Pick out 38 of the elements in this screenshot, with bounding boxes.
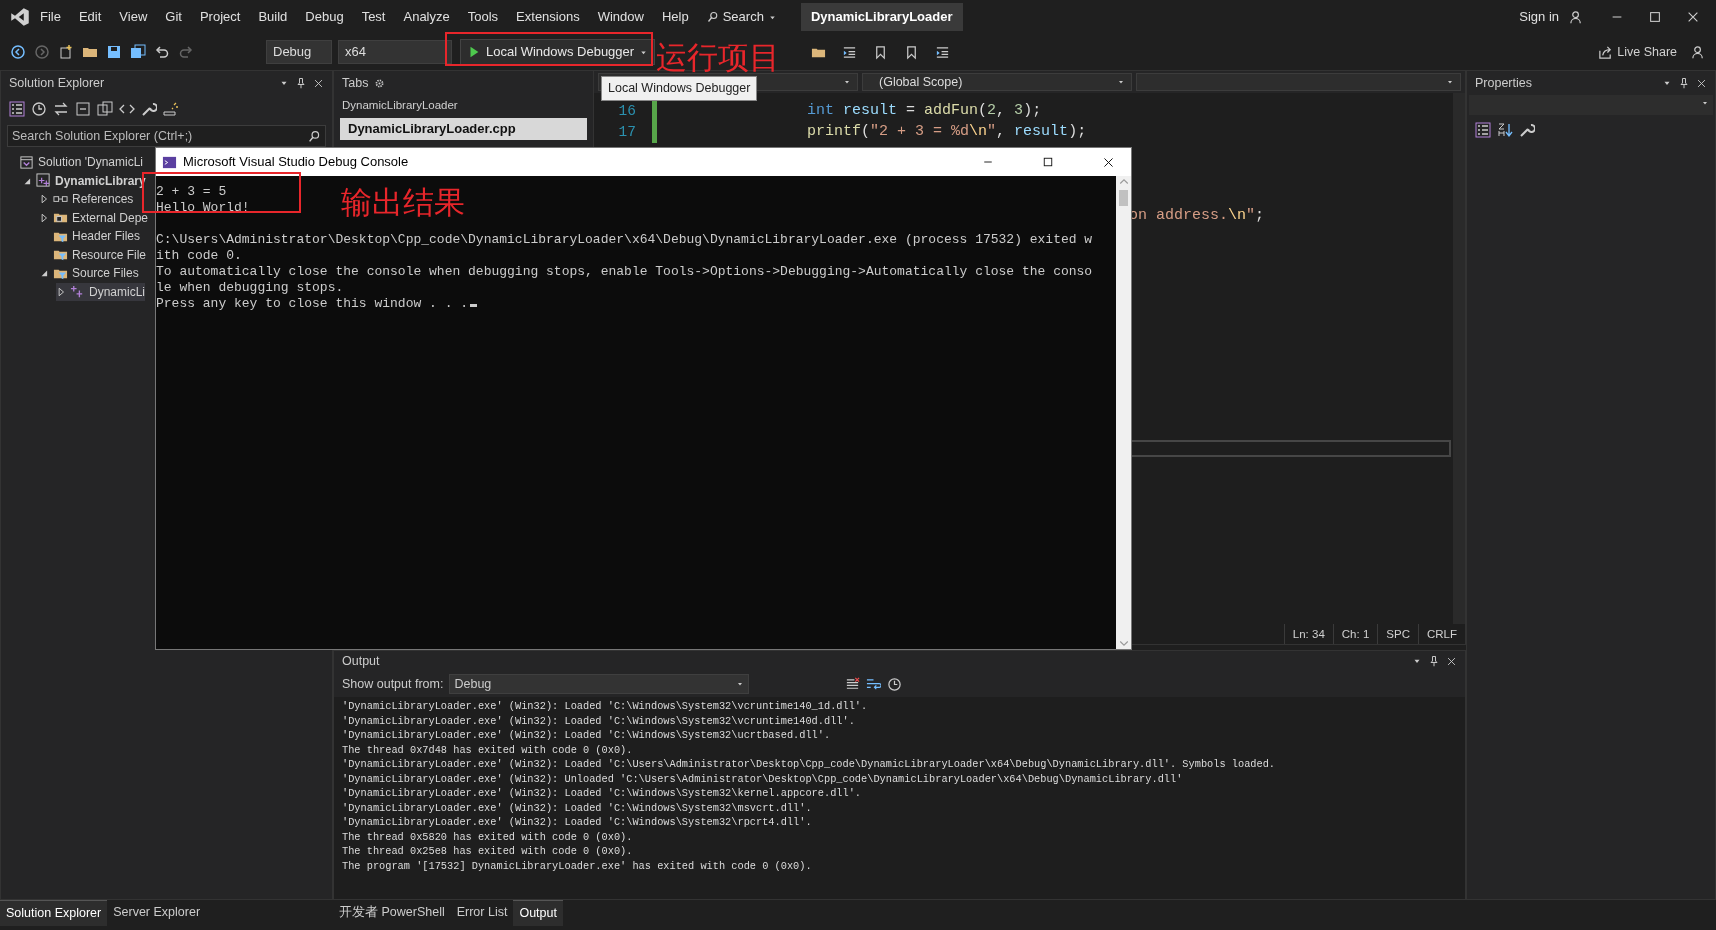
panel-title: Solution Explorer <box>9 74 105 92</box>
status-item: Ln: 34 <box>1283 624 1333 644</box>
annotation-label: 输出结果 <box>341 187 465 218</box>
output-line: The thread 0x5820 has exited with code 0 (0x0). <box>342 829 634 844</box>
output-line: 'DynamicLibraryLoader.exe' (Win32): Loaded 'C:\Windows\System32\vcruntime140d.dll'. <box>342 713 856 728</box>
annotation-label: 运行项目 <box>656 42 780 73</box>
code-line: int result = addFun(2, 3); <box>806 101 1042 122</box>
line-number: 16 <box>617 101 637 121</box>
tab-group-label: DynamicLibraryLoader <box>341 98 459 113</box>
code-line: printf("2 + 3 = %d\n", result); <box>806 122 1087 143</box>
console-line: Press any key to close this window . . . <box>156 296 469 311</box>
output-line: The thread 0x25e8 has exited with code 0 (0x0). <box>342 844 634 859</box>
output-line: 'DynamicLibraryLoader.exe' (Win32): Loaded 'C:\Windows\System32\rpcrt4.dll'. <box>342 815 813 830</box>
console-line: ith code 0. <box>156 248 242 263</box>
console-line: le when debugging stops. <box>156 280 344 295</box>
tooltip: Local Windows Debugger <box>601 76 758 101</box>
output-line: 'DynamicLibraryLoader.exe' (Win32): Loaded 'C:\Windows\System32\vcruntime140_1d.dll'. <box>342 699 869 714</box>
line-number: 17 <box>617 122 637 142</box>
output-line: 'DynamicLibraryLoader.exe' (Win32): Loaded 'C:\Windows\System32\ucrtbased.dll'. <box>342 728 832 743</box>
window-title: Microsoft Visual Studio Debug Console <box>183 153 410 172</box>
panel-title: Properties <box>1475 74 1532 92</box>
solution-title: DynamicLibraryLoader <box>800 3 963 31</box>
console-line: C:\Users\Administrator\Desktop\Cpp_code\DynamicLibraryLoader\x64\Debug\DynamicLibraryLoader.exe (process 17532) exited w <box>156 232 1093 247</box>
output-line: The thread 0x7d48 has exited with code 0 (0x0). <box>342 742 634 757</box>
output-line: 'DynamicLibraryLoader.exe' (Win32): Unloaded 'C:\Users\Administrator\Desktop\Cpp_code\DynamicLibraryLoader\x64\Debug\DynamicLibrary.dll' <box>342 771 1184 786</box>
status-item: CRLF <box>1417 624 1465 644</box>
console-line: 2 + 3 = 5 <box>156 184 227 199</box>
console-line: To automatically close the console when debugging stops, enable Tools->Options->Debugging->Automatically close the conso <box>156 264 1093 279</box>
panel-title: Output <box>342 652 380 670</box>
status-item: Ch: 1 <box>1332 624 1378 644</box>
output-line: 'DynamicLibraryLoader.exe' (Win32): Loaded 'C:\Windows\System32\kernel.appcore.dll'. <box>342 786 863 801</box>
console-line: Hello World! <box>156 200 250 215</box>
output-line: 'DynamicLibraryLoader.exe' (Win32): Loaded 'C:\Windows\System32\msvcrt.dll'. <box>342 800 813 815</box>
output-line: The program '[17532] DynamicLibraryLoader.exe' has exited with code 0 (0x0). <box>342 858 813 873</box>
panel-title: Tabs <box>342 74 369 92</box>
field-label: Show output from: <box>342 675 444 693</box>
status-item: SPC <box>1377 624 1418 644</box>
output-line: 'DynamicLibraryLoader.exe' (Win32): Loaded 'C:\Users\Administrator\Desktop\Cpp_code\DynamicLibraryLoader\x64\Debug\DynamicLibrary.dll'. Symbols loaded. <box>342 757 1277 772</box>
